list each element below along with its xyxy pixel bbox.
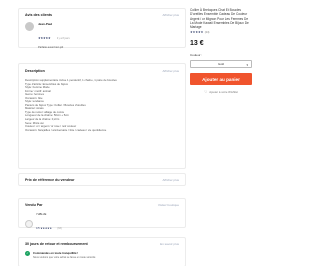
review-body: Jean-Paul ★★★★★ il y a 8 jours Parfaite … (38, 22, 70, 49)
reviews-more-link[interactable]: Afficher plus (163, 13, 179, 17)
returns-section: 30 jours de retour et remboursement En s… (18, 237, 186, 266)
vendor-logo (25, 219, 33, 228)
heart-icon: ♡ (204, 90, 208, 95)
vendor-rating: 4.5 ★★★★★ (36, 227, 52, 230)
reviews-section: Avis des clients Afficher plus Jean-Paul… (18, 8, 186, 49)
returns-header: 30 jours de retour et remboursement En s… (25, 242, 179, 246)
description-more-link[interactable]: Afficher plus (163, 69, 179, 73)
seller-price-section: Prix de référence du vendeur Afficher pl… (18, 173, 186, 186)
vendor-header: Vendu Par Visitez boutique (25, 203, 179, 207)
description-lines: Description supplémentaire inclue 1 pend… (25, 79, 179, 132)
returns-more-link[interactable]: En savoir plus (160, 242, 179, 246)
chevron-down-icon: ▾ (246, 62, 248, 67)
color-select-value: Gold (218, 62, 224, 67)
seller-price-more-link[interactable]: Afficher plus (163, 178, 179, 182)
review-stars-icon: ★★★★★ (38, 36, 51, 40)
purchase-panel: Collier À Breloques Chat Et Boucles D'or… (190, 8, 252, 94)
review-date: il y a 8 jours (56, 37, 70, 40)
product-page: Avis des clients Afficher plus Jean-Paul… (0, 0, 264, 266)
add-to-cart-button[interactable]: Ajouter au panier (190, 73, 252, 86)
wishlist-label: Ajouter à votre Wishlist (209, 90, 238, 95)
returns-item-title: Commandes en toute tranquillité ! (33, 251, 79, 255)
description-section: Description Afficher plus Description su… (18, 63, 186, 169)
description-title: Description (25, 69, 45, 73)
seller-price-title: Prix de référence du vendeur (25, 178, 75, 182)
description-line: Occasion: fiançailles / anniversaire / f… (25, 128, 107, 132)
review-meta: ★★★★★ il y a 8 jours (38, 26, 70, 44)
vendor-info[interactable]: YHBLUE 4.5 ★★★★★ (63) (25, 213, 179, 234)
vendor-rating-count: (63) (57, 227, 62, 230)
vendor-title: Vendu Par (25, 203, 43, 207)
reviewer-avatar (25, 22, 34, 31)
vendor-rating-row: 4.5 ★★★★★ (63) (36, 216, 62, 234)
vendor-text: YHBLUE 4.5 ★★★★★ (63) (36, 213, 62, 234)
color-label: Couleur : (190, 53, 203, 58)
returns-item: ✓ Commandes en toute tranquillité ! Nous… (25, 251, 179, 259)
product-stars-icon: ★★★★★ (190, 30, 204, 35)
review-item: Jean-Paul ★★★★★ il y a 8 jours Parfaite … (25, 22, 179, 49)
reviews-title: Avis des clients (25, 13, 53, 17)
returns-title: 30 jours de retour et remboursement (25, 242, 88, 246)
check-icon: ✓ (25, 251, 30, 256)
product-review-count: (24) (204, 30, 210, 34)
review-text: Parfaite aussi bien joli (38, 46, 64, 49)
reviews-header: Avis des clients Afficher plus (25, 13, 179, 17)
returns-item-subtitle: Nous voulons que votre achat se fasse en… (33, 256, 96, 259)
returns-text: Commandes en toute tranquillité ! Nous v… (33, 251, 95, 259)
add-to-wishlist-button[interactable]: ♡ Ajouter à votre Wishlist (190, 90, 252, 94)
product-title: Collier À Breloques Chat Et Boucles D'or… (190, 8, 249, 30)
visit-shop-link[interactable]: Visitez boutique (158, 203, 179, 207)
product-price: 13 € (190, 40, 204, 48)
vendor-section: Vendu Par Visitez boutique YHBLUE 4.5 ★★… (18, 198, 186, 230)
seller-price-header: Prix de référence du vendeur Afficher pl… (25, 178, 179, 182)
color-select[interactable]: Gold ▾ (190, 60, 252, 69)
description-header: Description Afficher plus (25, 69, 179, 73)
product-rating[interactable]: ★★★★★ (24) (190, 30, 252, 34)
